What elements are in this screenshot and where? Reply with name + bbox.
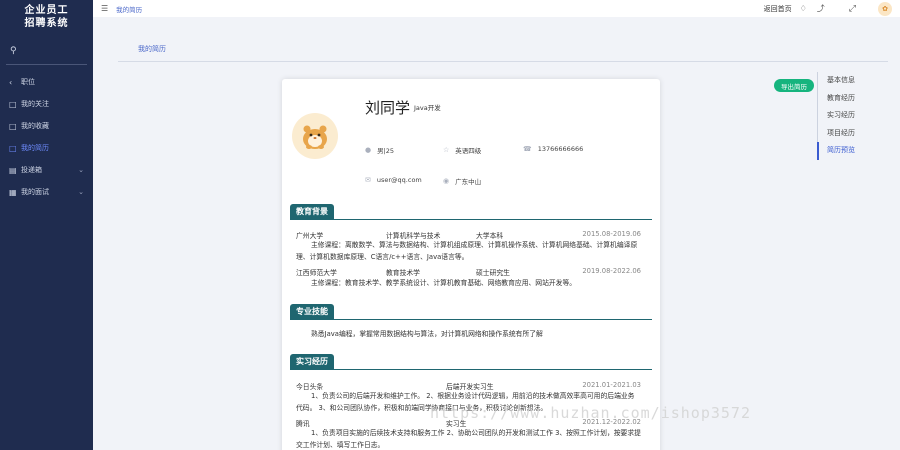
role: 后端开发实习生 — [446, 383, 494, 391]
school: 广州大学 — [296, 232, 324, 240]
degree: 大学本科 — [476, 232, 504, 240]
candidate-job: Java开发 — [414, 104, 441, 112]
gender-age-value: 男|25 — [377, 147, 395, 155]
logo-line-2: 招聘系统 — [24, 17, 69, 29]
doc-icon: □ — [9, 99, 17, 109]
anchor-basic-info[interactable]: 基本信息 — [818, 72, 887, 90]
user-icon: ● — [365, 146, 372, 154]
info-english: ☆ 英语四级 — [443, 145, 481, 155]
period: 2019.08-2022.06 — [582, 267, 641, 275]
anchor-internship[interactable]: 实习经历 — [818, 107, 887, 125]
info-phone: ☎ 13766666666 — [523, 145, 583, 153]
doc-icon: □ — [9, 121, 17, 131]
info-gender-age: ● 男|25 — [365, 145, 394, 155]
sidebar-item-label: 我的关注 — [21, 100, 49, 108]
sidebar: 企业员工 招聘系统 ⚲ ‹ 职位 □ 我的关注 □ 我的收藏 □ 我的简历 ▤ … — [0, 0, 93, 450]
section-title: 教育背景 — [290, 204, 334, 219]
top-right-tools: 返回首页 ♢ ⤴ ⤢ ✿ — [764, 0, 900, 17]
sidebar-item-label: 我的简历 — [21, 144, 49, 152]
profile-photo — [292, 113, 338, 159]
info-email: ✉ user@qq.com — [365, 176, 422, 184]
education-courses: 主修课程：离散数学、算法与数据结构、计算机组成原理、计算机操作系统、计算机网络基… — [296, 241, 638, 261]
search-icon[interactable]: ⚲ — [10, 46, 17, 56]
sidebar-search[interactable]: ⚲ — [6, 37, 87, 65]
period: 2021.01-2021.03 — [582, 381, 641, 389]
magic-wand-icon[interactable]: ⤴ — [817, 3, 825, 14]
hamster-illustration — [303, 125, 327, 149]
anchor-projects[interactable]: 项目经历 — [818, 125, 887, 143]
sidebar-item-label: 我的面试 — [21, 188, 49, 196]
anchor-nav: 基本信息 教育经历 实习经历 项目经历 简历预览 — [817, 72, 887, 160]
logo-line-1: 企业员工 — [24, 4, 69, 16]
anchor-preview[interactable]: 简历预览 — [817, 142, 887, 160]
sidebar-item-label: 投递箱 — [21, 166, 42, 174]
doc-icon: □ — [9, 143, 17, 153]
period: 2015.08-2019.06 — [582, 230, 641, 238]
section-skills: 专业技能 — [290, 304, 652, 320]
export-resume-button[interactable]: 导出简历 — [774, 79, 814, 92]
home-link[interactable]: 返回首页 — [764, 4, 792, 14]
candidate-name: 刘同学 — [365, 99, 411, 117]
chevron-down-icon: ⌄ — [78, 166, 84, 174]
top-bar: ☰ 我的简历 返回首页 ♢ ⤴ ⤢ ✿ — [93, 0, 900, 17]
anchor-education[interactable]: 教育经历 — [818, 90, 887, 108]
major: 教育技术学 — [386, 269, 420, 277]
sidebar-item-resume[interactable]: □ 我的简历 — [0, 137, 93, 159]
chevron-left-icon: ‹ — [9, 77, 13, 87]
bell-icon[interactable]: ♢ — [800, 4, 807, 13]
email-value: user@qq.com — [376, 176, 422, 184]
resume-card: 刘同学 Java开发 ● 男|25 ☆ 英语四级 ☎ 13766666666 ✉… — [282, 79, 660, 450]
menu-toggle-icon[interactable]: ☰ — [101, 4, 108, 13]
internship-row: 今日头条 后端开发实习生 2021.01-2021.03 — [296, 381, 641, 391]
section-internship: 实习经历 — [290, 354, 652, 370]
company: 今日头条 — [296, 383, 324, 391]
sidebar-item-label: 我的收藏 — [21, 122, 49, 130]
calendar-icon: ▦ — [9, 187, 17, 197]
english-value: 英语四级 — [455, 147, 482, 155]
location-icon: ◉ — [443, 177, 450, 185]
app-logo: 企业员工 招聘系统 — [0, 0, 93, 33]
phone-value: 13766666666 — [537, 145, 584, 153]
mail-icon: ✉ — [365, 176, 371, 184]
info-location: ◉ 广东中山 — [443, 176, 481, 186]
sidebar-item-label: 职位 — [21, 78, 35, 86]
education-row: 广州大学 计算机科学与技术 大学本科 2015.08-2019.06 — [296, 230, 641, 240]
fullscreen-icon[interactable]: ⤢ — [849, 4, 856, 14]
skills-text: 熟悉Java编程，掌握常用数据结构与算法，对计算机网络和操作系统有所了解 — [311, 330, 543, 338]
main-content: 我的简历 导出简历 基本信息 教育经历 实习经历 项目经历 简历预览 刘同学 J… — [93, 17, 900, 450]
sidebar-item-jobs[interactable]: ‹ 职位 — [0, 71, 93, 93]
watermark-text: https://www.huzhan.com/ishop3572 — [430, 404, 751, 422]
phone-icon: ☎ — [523, 145, 532, 153]
sidebar-item-favorites[interactable]: □ 我的收藏 — [0, 115, 93, 137]
page-title: 我的简历 — [138, 45, 166, 53]
page-header: 我的简历 — [118, 17, 888, 62]
star-icon: ☆ — [443, 146, 450, 154]
internship-desc: 1、负责项目实施的后续技术支持和服务工作 2、协助公司团队的开发和测试工作 3、… — [296, 429, 641, 449]
degree: 硕士研究生 — [476, 269, 510, 277]
sidebar-item-interviews[interactable]: ▦ 我的面试 ⌄ — [0, 181, 93, 203]
section-title: 实习经历 — [290, 354, 334, 369]
avatar[interactable]: ✿ — [878, 1, 892, 16]
sidebar-item-following[interactable]: □ 我的关注 — [0, 93, 93, 115]
breadcrumb[interactable]: 我的简历 — [116, 4, 142, 14]
location-value: 广东中山 — [455, 178, 482, 186]
education-row: 江西师范大学 教育技术学 硕士研究生 2019.08-2022.06 — [296, 267, 641, 277]
school: 江西师范大学 — [296, 269, 337, 277]
chevron-down-icon: ⌄ — [78, 188, 84, 196]
major: 计算机科学与技术 — [386, 232, 441, 240]
section-education: 教育背景 — [290, 204, 652, 220]
sidebar-item-outbox[interactable]: ▤ 投递箱 ⌄ — [0, 159, 93, 181]
company: 腾讯 — [296, 420, 310, 428]
education-courses: 主修课程：教育技术学、教学系统设计、计算机教育基础、网络教育应用、网站开发等。 — [311, 279, 577, 287]
section-title: 专业技能 — [290, 304, 334, 319]
box-icon: ▤ — [9, 165, 17, 175]
